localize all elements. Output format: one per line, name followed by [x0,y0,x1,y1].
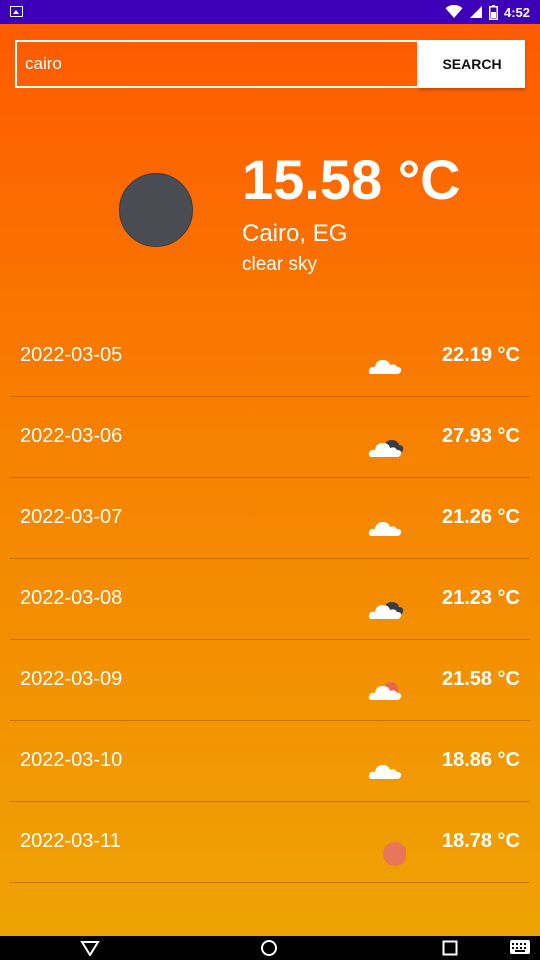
forecast-row[interactable]: 2022-03-07 21.26 °C [10,478,530,559]
forecast-temperature: 21.23 °C [441,587,520,609]
home-icon[interactable] [260,940,278,956]
search-button[interactable]: SEARCH [419,40,525,88]
status-bar: 4:52 [0,0,540,24]
navigation-bar [0,936,540,960]
battery-icon [488,4,498,20]
forecast-date: 2022-03-08 [20,587,123,609]
cloud-icon [368,360,402,374]
forecast-row[interactable]: 2022-03-11 18.78 °C [10,802,530,883]
status-icons: 4:52 [445,0,530,24]
keyboard-icon[interactable] [510,940,530,954]
current-location: Cairo, EG [242,220,348,247]
cloud-icon [368,522,402,536]
forecast-date: 2022-03-07 [20,506,123,528]
current-description: clear sky [242,254,317,275]
forecast-temperature: 18.86 °C [441,749,520,771]
forecast-row[interactable]: 2022-03-09 21.58 °C [10,640,530,721]
forecast-temperature: 21.58 °C [441,668,520,690]
image-notification-icon [10,6,23,17]
search-input[interactable] [25,42,405,86]
back-icon[interactable] [80,940,100,956]
recents-icon[interactable] [442,940,458,956]
search-field[interactable] [15,40,419,88]
forecast-temperature: 27.93 °C [441,425,520,447]
forecast-temperature: 21.26 °C [441,506,520,528]
cellular-signal-icon [469,6,482,18]
forecast-list: 2022-03-05 22.19 °C 2022-03-06 27.93 °C … [10,316,530,883]
forecast-date: 2022-03-11 [20,830,121,852]
forecast-row[interactable]: 2022-03-05 22.19 °C [10,316,530,397]
cloud-icon [368,765,402,779]
forecast-date: 2022-03-06 [20,425,123,447]
status-time: 4:52 [503,4,530,20]
forecast-date: 2022-03-10 [20,749,123,771]
forecast-temperature: 18.78 °C [441,830,520,852]
forecast-row[interactable]: 2022-03-10 18.86 °C [10,721,530,802]
dark-circle-icon [119,173,193,247]
forecast-row[interactable]: 2022-03-08 21.23 °C [10,559,530,640]
broken-clouds-icon [368,440,404,457]
current-temperature: 15.58 °C [242,148,461,211]
forecast-row[interactable]: 2022-03-06 27.93 °C [10,397,530,478]
main-content: SEARCH 15.58 °C Cairo, EG clear sky 2022… [0,24,540,936]
sun-behind-cloud-icon [368,682,402,700]
forecast-temperature: 22.19 °C [441,344,520,366]
wifi-icon [445,5,463,18]
broken-clouds-icon [368,602,404,619]
forecast-date: 2022-03-09 [20,668,123,690]
sun-icon [383,842,406,866]
weather-app-screen: 4:52 SEARCH 15.58 °C Cairo, EG clear sky… [0,0,540,960]
forecast-date: 2022-03-05 [20,344,123,366]
